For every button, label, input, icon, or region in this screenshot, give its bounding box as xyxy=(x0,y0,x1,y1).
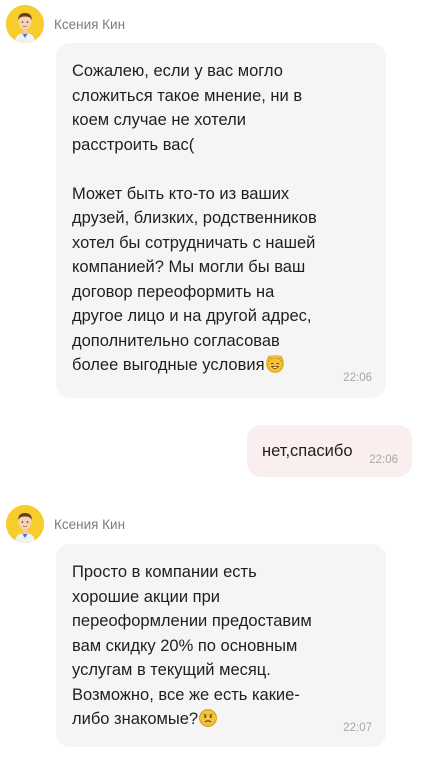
incoming-message-bubble[interactable]: Сожалею, если у вас могло сложиться тако… xyxy=(56,43,386,398)
sender-header: Ксения Кин xyxy=(6,504,125,544)
avatar-person-icon xyxy=(6,5,44,43)
sender-name: Ксения Кин xyxy=(54,516,126,532)
message-text: Сожалею, если у вас могло сложиться тако… xyxy=(72,59,317,378)
smiling-cat-emoji xyxy=(265,355,284,373)
chat-thread: Ксения Кин Сожалею, если у вас могло сло… xyxy=(0,0,422,762)
message-text-content: Сожалею, если у вас могло сложиться тако… xyxy=(72,62,317,374)
message-text: Просто в компании есть хорошие акции при… xyxy=(72,560,312,732)
worried-face-emoji xyxy=(199,709,218,727)
outgoing-message-bubble[interactable]: нет,спасибо 22:06 xyxy=(247,425,412,477)
message-time: 22:06 xyxy=(343,372,372,384)
sender-header: Ксения Кин xyxy=(6,4,125,44)
message-text: нет,спасибо xyxy=(262,442,353,460)
incoming-message-bubble[interactable]: Просто в компании есть хорошие акции при… xyxy=(56,544,386,747)
avatar[interactable] xyxy=(6,5,44,43)
message-time: 22:06 xyxy=(369,454,398,466)
avatar-person-icon xyxy=(6,505,44,543)
message-text-content: Просто в компании есть хорошие акции при… xyxy=(72,563,312,728)
avatar[interactable] xyxy=(6,505,44,543)
sender-name: Ксения Кин xyxy=(54,16,126,32)
message-time: 22:07 xyxy=(343,722,372,734)
